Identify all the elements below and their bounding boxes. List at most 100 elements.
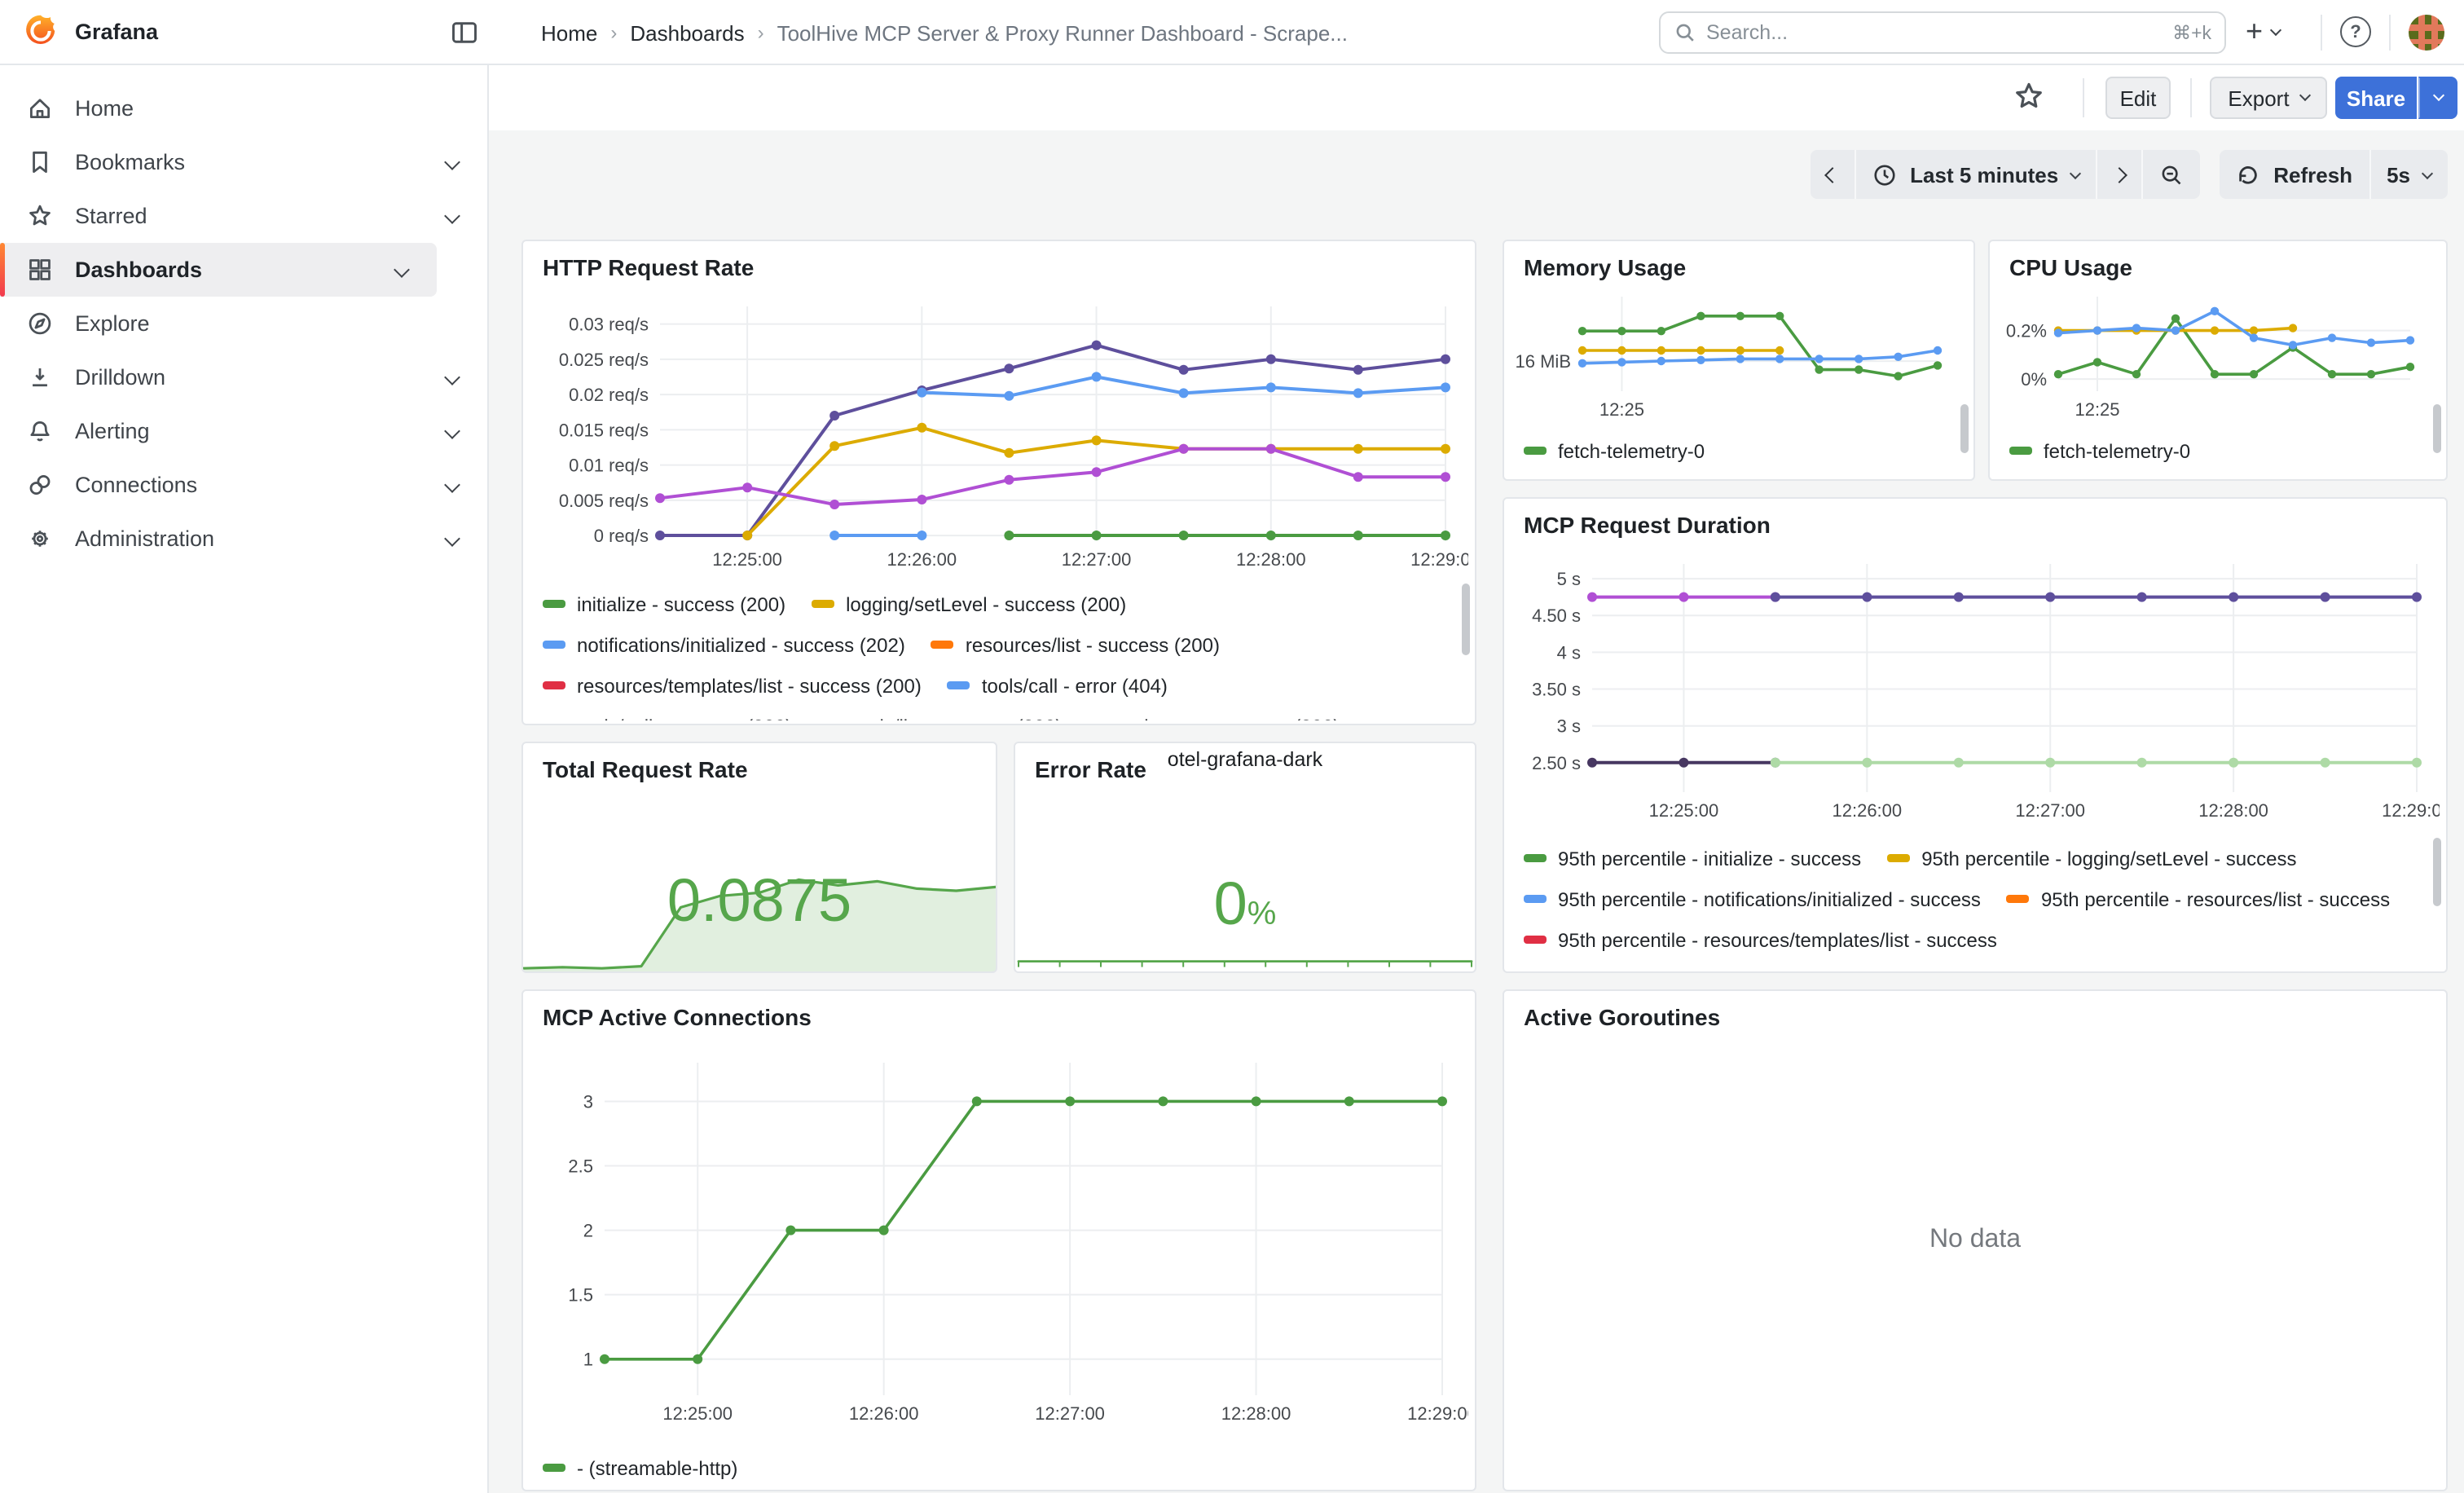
sidebar-item-alerting[interactable]: Alerting [0,404,487,458]
svg-text:0.005 req/s: 0.005 req/s [559,491,649,511]
svg-text:2.5: 2.5 [568,1156,593,1177]
legend-swatch [931,641,954,649]
avatar[interactable] [2409,15,2444,51]
sidebar-item-label: Connections [75,473,197,497]
legend-swatch [543,1464,565,1472]
divider [2321,15,2322,51]
svg-text:4.50 s: 4.50 s [1532,606,1581,626]
overlay-label: otel-grafana-dark [1168,748,1322,771]
export-button[interactable]: Export [2210,77,2327,119]
svg-text:5 s: 5 s [1557,569,1581,589]
refresh-interval-picker[interactable]: 5s [2369,150,2448,199]
search-input[interactable]: Search... ⌘+k [1659,11,2226,54]
add-button[interactable]: + [2246,10,2279,52]
sidebar-toggle-icon[interactable] [450,18,479,47]
legend-item[interactable]: 95th percentile - resources/templates/li… [1524,919,1997,960]
svg-text:12:26:00: 12:26:00 [849,1403,919,1424]
sidebar-item-drilldown[interactable]: Drilldown [0,350,487,404]
panel-mcp-active-connections[interactable]: MCP Active Connections 12:25:0012:26:001… [521,989,1476,1491]
no-data-message: No data [1504,991,2446,1490]
legend-item[interactable]: tools/list - success (200) [818,706,1062,720]
chevron-down-icon [2299,90,2310,101]
legend-swatch [1524,936,1547,944]
legend-item[interactable]: logging/setLevel - success (200) [812,584,1126,624]
legend-item[interactable]: 95th percentile - notifications/initiali… [1524,879,1981,919]
compass-icon [26,310,54,337]
legend-item[interactable]: initialize - success (200) [543,584,785,624]
sidebar-item-explore[interactable]: Explore [0,297,487,350]
legend-item[interactable]: notifications/initialized - success (202… [543,624,905,665]
time-range-picker[interactable]: Last 5 minutes [1855,150,2096,199]
breadcrumb-dashboards[interactable]: Dashboards [630,20,744,45]
brand[interactable]: Grafana [23,13,158,49]
legend-item[interactable]: tools/call - error (404) [948,665,1168,706]
legend-swatch [543,601,565,608]
panel-http-request-rate[interactable]: HTTP Request Rate 12:25:0012:26:0012:27:… [521,240,1476,725]
sidebar-item-label: Explore [75,311,150,336]
legend-scrollbar[interactable] [1462,584,1470,655]
svg-text:0.03 req/s: 0.03 req/s [569,315,649,335]
svg-text:12:28:00: 12:28:00 [2198,800,2268,821]
help-icon: ? [2350,22,2361,42]
legend-swatch [1887,855,1910,862]
panel-title: Total Request Rate [543,756,748,782]
svg-text:12:28:00: 12:28:00 [1221,1403,1291,1424]
svg-text:0.2%: 0.2% [2006,321,2047,341]
legend-item[interactable]: - (streamable-http) [543,1447,737,1486]
help-button[interactable]: ? [2340,16,2371,47]
legend-swatch [2009,447,2032,455]
share-dropdown-button[interactable] [2418,77,2457,119]
sidebar-item-connections[interactable]: Connections [0,458,487,512]
time-shift-forward-button[interactable] [2096,150,2141,199]
time-shift-back-button[interactable] [1811,150,1855,199]
mcp-active-connections-chart: 12:25:0012:26:0012:27:0012:28:0012:29:00… [530,1040,1468,1438]
time-range-group: Last 5 minutes [1811,150,2200,199]
edit-button[interactable]: Edit [2105,77,2171,119]
sidebar-item-home[interactable]: Home [0,81,487,135]
plus-icon: + [2246,14,2263,48]
panel-active-goroutines[interactable]: Active Goroutines No data [1503,989,2448,1491]
share-button[interactable]: Share [2335,77,2417,119]
panel-error-rate[interactable]: Error Rate otel-grafana-dark 0% [1014,742,1476,973]
search-placeholder: Search... [1706,21,2163,44]
panel-memory-usage[interactable]: Memory Usage 12:2516 MiB fetch-telemetry… [1503,240,1975,481]
legend-item[interactable]: 95th percentile - initialize - success [1524,838,1861,879]
legend-item[interactable]: 95th percentile - resources/list - succe… [2007,879,2390,919]
legend-item[interactable]: resources/templates/list - success (200) [543,665,922,706]
time-range-label: Last 5 minutes [1910,162,2058,187]
panel-mcp-request-duration[interactable]: MCP Request Duration 12:25:0012:26:0012:… [1503,497,2448,973]
legend-swatch [543,641,565,649]
refresh-button[interactable]: Refresh [2220,150,2369,199]
mcp-request-duration-chart: 12:25:0012:26:0012:27:0012:28:0012:29:00… [1511,548,2440,828]
breadcrumb: Home › Dashboards › ToolHive MCP Server … [541,0,1348,65]
legend-scrollbar[interactable] [1960,404,1969,453]
sidebar-item-starred[interactable]: Starred [0,189,487,243]
panel-total-request-rate[interactable]: Total Request Rate 0.0875 [521,742,997,973]
sidebar-item-dashboards[interactable]: Dashboards [0,243,437,297]
dashboards-icon [26,256,54,284]
panel-cpu-usage[interactable]: CPU Usage 12:250.2%0% fetch-telemetry-0 [1988,240,2448,481]
sidebar: Home Bookmarks Starred Dashboards Explor… [0,65,489,1493]
sidebar-item-administration[interactable]: Administration [0,512,487,566]
legend-item[interactable]: resources/list - success (200) [931,624,1220,665]
zoom-out-button[interactable] [2141,150,2200,199]
svg-text:12:26:00: 12:26:00 [887,549,957,570]
legend-item[interactable]: tools/call - success (200) [543,706,792,720]
legend-scrollbar[interactable] [2433,838,2441,906]
svg-text:12:27:00: 12:27:00 [1035,1403,1105,1424]
legend-item[interactable]: fetch-telemetry-0 [1524,430,1705,471]
chevron-down-icon [394,262,410,278]
legend-item[interactable]: unknown - success (200) [1089,706,1340,720]
breadcrumb-separator: › [758,21,764,44]
chevron-down-icon [444,154,460,170]
sidebar-item-bookmarks[interactable]: Bookmarks [0,135,487,189]
panel-title: Active Goroutines [1524,1004,1720,1030]
legend-scrollbar[interactable] [2433,404,2441,453]
breadcrumb-home[interactable]: Home [541,20,597,45]
favorite-star-icon[interactable] [2013,80,2045,112]
legend-item[interactable]: fetch-telemetry-0 [2009,430,2190,471]
error-rate-unit: % [1247,896,1277,932]
svg-text:0.01 req/s: 0.01 req/s [569,456,649,476]
legend-item[interactable]: 95th percentile - logging/setLevel - suc… [1887,838,2296,879]
grafana-logo [23,13,59,49]
